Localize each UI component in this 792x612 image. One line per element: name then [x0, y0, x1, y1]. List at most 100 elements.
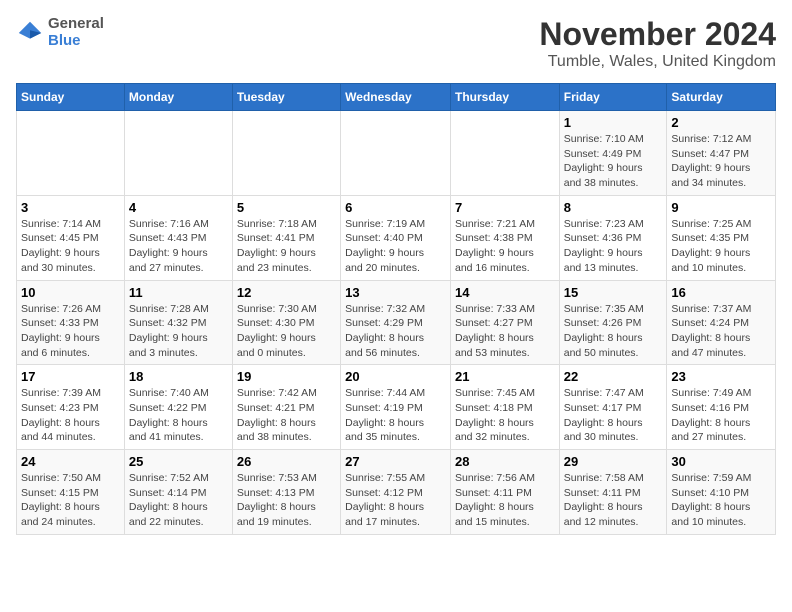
calendar-cell: 11 Sunrise: 7:28 AM Sunset: 4:32 PM Dayli…: [124, 280, 232, 365]
day-number: 9: [671, 200, 771, 215]
day-number: 10: [21, 285, 120, 300]
page-header: General Blue November 2024 Tumble, Wales…: [16, 16, 776, 71]
calendar-cell: 23 Sunrise: 7:49 AM Sunset: 4:16 PM Dayli…: [667, 365, 776, 450]
day-info: Sunrise: 7:56 AM Sunset: 4:11 PM Dayligh…: [455, 471, 555, 530]
calendar-cell: [124, 111, 232, 196]
day-info: Sunrise: 7:47 AM Sunset: 4:17 PM Dayligh…: [564, 386, 663, 445]
day-info: Sunrise: 7:42 AM Sunset: 4:21 PM Dayligh…: [237, 386, 336, 445]
page-subtitle: Tumble, Wales, United Kingdom: [539, 53, 776, 71]
day-number: 23: [671, 369, 771, 384]
day-number: 2: [671, 115, 771, 130]
day-number: 28: [455, 454, 555, 469]
day-number: 25: [129, 454, 228, 469]
calendar-cell: 4 Sunrise: 7:16 AM Sunset: 4:43 PM Daylig…: [124, 195, 232, 280]
calendar-cell: 13Sunrise: 7:32 AM Sunset: 4:29 PM Dayli…: [341, 280, 451, 365]
calendar-cell: [341, 111, 451, 196]
calendar-cell: 2 Sunrise: 7:12 AM Sunset: 4:47 PM Daylig…: [667, 111, 776, 196]
calendar-cell: 30 Sunrise: 7:59 AM Sunset: 4:10 PM Dayli…: [667, 450, 776, 535]
calendar-cell: [17, 111, 125, 196]
day-info: Sunrise: 7:28 AM Sunset: 4:32 PM Dayligh…: [129, 302, 228, 361]
day-info: Sunrise: 7:49 AM Sunset: 4:16 PM Dayligh…: [671, 386, 771, 445]
day-info: Sunrise: 7:12 AM Sunset: 4:47 PM Dayligh…: [671, 132, 771, 191]
day-info: Sunrise: 7:45 AM Sunset: 4:18 PM Dayligh…: [455, 386, 555, 445]
day-info: Sunrise: 7:37 AM Sunset: 4:24 PM Dayligh…: [671, 302, 771, 361]
day-info: Sunrise: 7:23 AM Sunset: 4:36 PM Dayligh…: [564, 217, 663, 276]
logo: General Blue: [16, 16, 104, 49]
day-number: 15: [564, 285, 663, 300]
calendar-week-1: 3 Sunrise: 7:14 AM Sunset: 4:45 PM Daylig…: [17, 195, 776, 280]
day-number: 22: [564, 369, 663, 384]
day-number: 30: [671, 454, 771, 469]
calendar-header: SundayMondayTuesdayWednesdayThursdayFrid…: [17, 84, 776, 111]
calendar-cell: 6 Sunrise: 7:19 AM Sunset: 4:40 PM Daylig…: [341, 195, 451, 280]
calendar-cell: 22 Sunrise: 7:47 AM Sunset: 4:17 PM Dayli…: [559, 365, 667, 450]
weekday-header-row: SundayMondayTuesdayWednesdayThursdayFrid…: [17, 84, 776, 111]
weekday-header-tuesday: Tuesday: [232, 84, 340, 111]
day-info: Sunrise: 7:58 AM Sunset: 4:11 PM Dayligh…: [564, 471, 663, 530]
day-number: 20: [345, 369, 446, 384]
day-number: 5: [237, 200, 336, 215]
day-number: 26: [237, 454, 336, 469]
day-number: 21: [455, 369, 555, 384]
day-info: Sunrise: 7:21 AM Sunset: 4:38 PM Dayligh…: [455, 217, 555, 276]
calendar-cell: 9 Sunrise: 7:25 AM Sunset: 4:35 PM Daylig…: [667, 195, 776, 280]
logo-line1: General: [48, 16, 104, 33]
calendar-week-0: 1Sunrise: 7:10 AM Sunset: 4:49 PM Daylig…: [17, 111, 776, 196]
day-info: Sunrise: 7:33 AM Sunset: 4:27 PM Dayligh…: [455, 302, 555, 361]
day-info: Sunrise: 7:44 AM Sunset: 4:19 PM Dayligh…: [345, 386, 446, 445]
calendar-cell: 24 Sunrise: 7:50 AM Sunset: 4:15 PM Dayli…: [17, 450, 125, 535]
weekday-header-monday: Monday: [124, 84, 232, 111]
calendar-cell: 16 Sunrise: 7:37 AM Sunset: 4:24 PM Dayli…: [667, 280, 776, 365]
day-info: Sunrise: 7:59 AM Sunset: 4:10 PM Dayligh…: [671, 471, 771, 530]
title-area: November 2024 Tumble, Wales, United King…: [539, 16, 776, 71]
day-number: 24: [21, 454, 120, 469]
day-number: 12: [237, 285, 336, 300]
calendar-cell: 10Sunrise: 7:26 AM Sunset: 4:33 PM Dayli…: [17, 280, 125, 365]
calendar-cell: 26 Sunrise: 7:53 AM Sunset: 4:13 PM Dayli…: [232, 450, 340, 535]
calendar-cell: 20 Sunrise: 7:44 AM Sunset: 4:19 PM Dayli…: [341, 365, 451, 450]
day-info: Sunrise: 7:16 AM Sunset: 4:43 PM Dayligh…: [129, 217, 228, 276]
day-number: 27: [345, 454, 446, 469]
calendar-cell: [450, 111, 559, 196]
calendar-cell: 3 Sunrise: 7:14 AM Sunset: 4:45 PM Daylig…: [17, 195, 125, 280]
day-number: 16: [671, 285, 771, 300]
day-number: 3: [21, 200, 120, 215]
day-info: Sunrise: 7:19 AM Sunset: 4:40 PM Dayligh…: [345, 217, 446, 276]
day-number: 11: [129, 285, 228, 300]
calendar-cell: 19 Sunrise: 7:42 AM Sunset: 4:21 PM Dayli…: [232, 365, 340, 450]
logo-icon: [16, 19, 44, 47]
day-info: Sunrise: 7:25 AM Sunset: 4:35 PM Dayligh…: [671, 217, 771, 276]
calendar-week-3: 17Sunrise: 7:39 AM Sunset: 4:23 PM Dayli…: [17, 365, 776, 450]
day-number: 19: [237, 369, 336, 384]
day-info: Sunrise: 7:53 AM Sunset: 4:13 PM Dayligh…: [237, 471, 336, 530]
calendar-cell: 29Sunrise: 7:58 AM Sunset: 4:11 PM Dayli…: [559, 450, 667, 535]
calendar-cell: 12Sunrise: 7:30 AM Sunset: 4:30 PM Dayli…: [232, 280, 340, 365]
calendar-table: SundayMondayTuesdayWednesdayThursdayFrid…: [16, 83, 776, 535]
calendar-cell: 28 Sunrise: 7:56 AM Sunset: 4:11 PM Dayli…: [450, 450, 559, 535]
calendar-cell: 25 Sunrise: 7:52 AM Sunset: 4:14 PM Dayli…: [124, 450, 232, 535]
calendar-cell: 7 Sunrise: 7:21 AM Sunset: 4:38 PM Daylig…: [450, 195, 559, 280]
day-info: Sunrise: 7:32 AM Sunset: 4:29 PM Dayligh…: [345, 302, 446, 361]
calendar-cell: 1Sunrise: 7:10 AM Sunset: 4:49 PM Daylig…: [559, 111, 667, 196]
day-info: Sunrise: 7:52 AM Sunset: 4:14 PM Dayligh…: [129, 471, 228, 530]
day-number: 8: [564, 200, 663, 215]
calendar-cell: 14Sunrise: 7:33 AM Sunset: 4:27 PM Dayli…: [450, 280, 559, 365]
day-info: Sunrise: 7:10 AM Sunset: 4:49 PM Dayligh…: [564, 132, 663, 191]
day-info: Sunrise: 7:50 AM Sunset: 4:15 PM Dayligh…: [21, 471, 120, 530]
day-number: 4: [129, 200, 228, 215]
weekday-header-sunday: Sunday: [17, 84, 125, 111]
day-info: Sunrise: 7:35 AM Sunset: 4:26 PM Dayligh…: [564, 302, 663, 361]
calendar-week-4: 24 Sunrise: 7:50 AM Sunset: 4:15 PM Dayli…: [17, 450, 776, 535]
calendar-cell: 18Sunrise: 7:40 AM Sunset: 4:22 PM Dayli…: [124, 365, 232, 450]
day-info: Sunrise: 7:40 AM Sunset: 4:22 PM Dayligh…: [129, 386, 228, 445]
weekday-header-friday: Friday: [559, 84, 667, 111]
calendar-cell: 27 Sunrise: 7:55 AM Sunset: 4:12 PM Dayli…: [341, 450, 451, 535]
calendar-cell: 15 Sunrise: 7:35 AM Sunset: 4:26 PM Dayli…: [559, 280, 667, 365]
weekday-header-thursday: Thursday: [450, 84, 559, 111]
day-info: Sunrise: 7:55 AM Sunset: 4:12 PM Dayligh…: [345, 471, 446, 530]
logo-text: General Blue: [48, 16, 104, 49]
page-title: November 2024: [539, 16, 776, 53]
day-number: 6: [345, 200, 446, 215]
day-number: 7: [455, 200, 555, 215]
day-info: Sunrise: 7:14 AM Sunset: 4:45 PM Dayligh…: [21, 217, 120, 276]
